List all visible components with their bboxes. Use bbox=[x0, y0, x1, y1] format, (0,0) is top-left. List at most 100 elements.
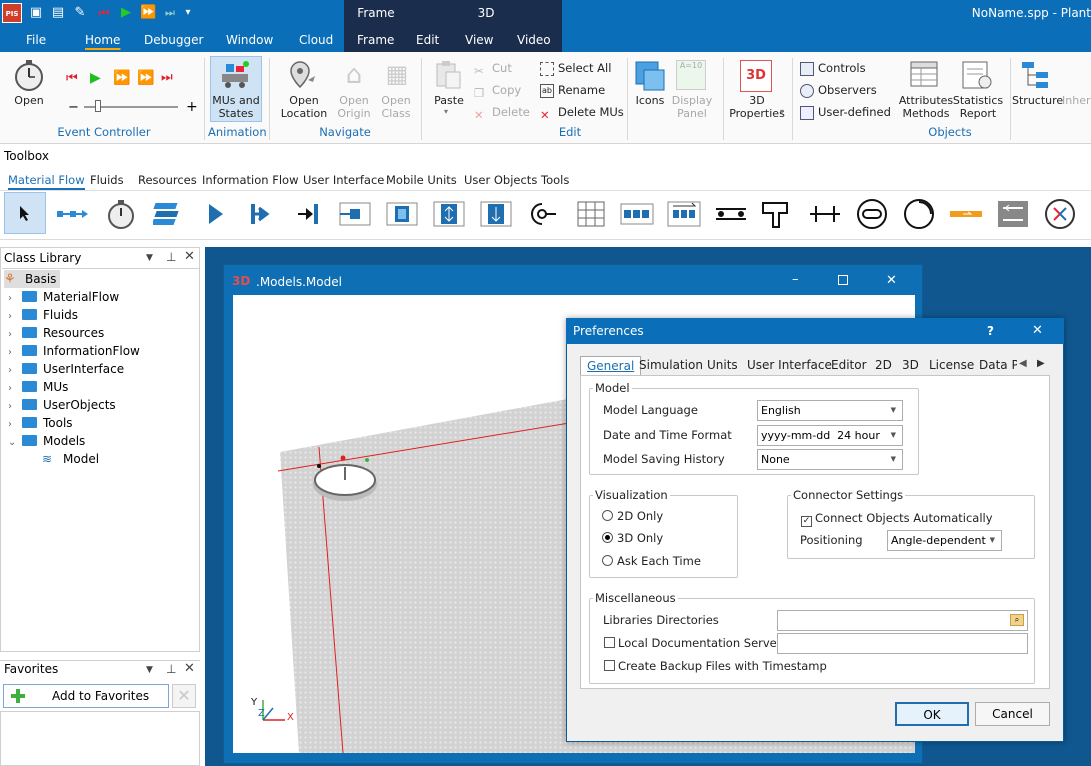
tree-folder-models[interactable]: ⌄ Models bbox=[8, 432, 85, 450]
model-language-select[interactable]: English ▼ bbox=[757, 400, 903, 421]
libraries-directories-field[interactable]: ⌕ bbox=[777, 610, 1028, 631]
paste-dropdown-icon[interactable]: ▾ bbox=[444, 107, 448, 116]
store-tool-icon[interactable] bbox=[574, 195, 608, 233]
reset-button-icon[interactable]: ⏮ bbox=[66, 71, 78, 86]
pref-tab-license[interactable]: License bbox=[929, 358, 974, 372]
checkbox-unchecked[interactable] bbox=[604, 637, 615, 648]
3d-properties-label[interactable]: 3D Properties bbox=[726, 94, 788, 120]
tab-view[interactable]: View bbox=[465, 33, 493, 47]
pin-icon[interactable]: ⊥ bbox=[166, 662, 176, 676]
toolbox-tab-material-flow[interactable]: Material Flow bbox=[8, 173, 85, 190]
flow-control-tool-icon[interactable] bbox=[996, 195, 1030, 233]
toolbox-tab-user-interface[interactable]: User Interface bbox=[303, 173, 384, 187]
pointer-tool-icon[interactable] bbox=[4, 192, 46, 234]
icons-label[interactable]: Icons bbox=[630, 94, 670, 107]
add-to-favorites-button[interactable]: Add to Favorites bbox=[3, 684, 169, 708]
close-model-icon[interactable]: ▣ bbox=[28, 5, 44, 21]
local-documentation-checkbox[interactable]: Local Documentation Server bbox=[604, 636, 781, 650]
toolbox-tab-mobile-units[interactable]: Mobile Units bbox=[386, 173, 457, 187]
radio-2d-only[interactable]: 2D Only bbox=[602, 509, 663, 523]
paste-icon[interactable] bbox=[434, 60, 462, 90]
open-location-label[interactable]: Open Location bbox=[276, 94, 332, 120]
tree-folder-tools[interactable]: › Tools bbox=[8, 414, 73, 432]
speed-slider-thumb[interactable] bbox=[95, 100, 101, 112]
browse-folder-icon[interactable]: ⌕ bbox=[1010, 614, 1024, 626]
close-dialog-icon[interactable]: ✕ bbox=[1032, 323, 1043, 338]
attributes-methods-label[interactable]: Attributes Methods bbox=[898, 94, 954, 120]
connector-tool-icon[interactable] bbox=[56, 195, 90, 233]
structure-label[interactable]: Structure bbox=[1012, 94, 1063, 107]
ok-button[interactable]: OK bbox=[895, 702, 969, 726]
tree-folder-materialflow[interactable]: › MaterialFlow bbox=[8, 288, 119, 306]
drain-end-tool-icon[interactable] bbox=[291, 195, 325, 233]
icons-icon[interactable] bbox=[634, 60, 666, 92]
attributes-methods-icon[interactable] bbox=[909, 60, 941, 90]
local-documentation-field[interactable] bbox=[777, 633, 1028, 654]
pref-tab-simulation[interactable]: Simulation bbox=[639, 358, 703, 372]
statistics-report-label[interactable]: Statistics Report bbox=[952, 94, 1004, 120]
turnplate-tool-icon[interactable] bbox=[902, 195, 936, 233]
radio-3d-only[interactable]: 3D Only bbox=[602, 531, 663, 545]
pref-tab-editor[interactable]: Editor bbox=[831, 358, 867, 372]
tree-folder-resources[interactable]: › Resources bbox=[8, 324, 104, 342]
drain-tool-icon[interactable] bbox=[244, 195, 278, 233]
checkbox-checked[interactable]: ✓ bbox=[801, 516, 812, 527]
tree-folder-userobjects[interactable]: › UserObjects bbox=[8, 396, 116, 414]
radio-button-selected[interactable] bbox=[602, 532, 613, 543]
slider-plus[interactable]: + bbox=[186, 99, 198, 115]
toolbox-tab-information-flow[interactable]: Information Flow bbox=[202, 173, 298, 187]
tab-scroll-right-icon[interactable]: ▶ bbox=[1037, 358, 1045, 369]
track-tool-icon[interactable] bbox=[808, 195, 842, 233]
observers-button[interactable]: Observers bbox=[800, 81, 877, 99]
reset-icon[interactable]: ⏮ bbox=[96, 5, 112, 21]
tab-window[interactable]: Window bbox=[226, 33, 273, 47]
toolbox-tab-tools[interactable]: Tools bbox=[541, 173, 569, 187]
dismantle-tool-icon[interactable] bbox=[479, 195, 513, 233]
sorter-tool-icon[interactable] bbox=[667, 195, 701, 233]
tab-home[interactable]: Home bbox=[85, 33, 120, 47]
event-controller-tool-icon[interactable] bbox=[104, 195, 138, 233]
structure-icon[interactable] bbox=[1020, 60, 1052, 90]
cycle-tool-icon[interactable] bbox=[1043, 195, 1077, 233]
pref-tab-2d[interactable]: 2D bbox=[875, 358, 892, 372]
angular-converter-tool-icon[interactable] bbox=[761, 195, 795, 233]
tree-folder-mus[interactable]: › MUs bbox=[8, 378, 68, 396]
radio-button[interactable] bbox=[602, 510, 613, 521]
close-panel-icon[interactable]: ✕ bbox=[184, 249, 195, 264]
connect-automatically-checkbox[interactable]: ✓ Connect Objects Automatically bbox=[801, 511, 993, 527]
radio-button[interactable] bbox=[602, 555, 613, 566]
collapse-arrow-icon[interactable]: ⌄ bbox=[8, 434, 22, 452]
stopwatch-icon[interactable] bbox=[12, 58, 46, 92]
pin-icon[interactable]: ⊥ bbox=[166, 250, 176, 264]
assembly-tool-icon[interactable] bbox=[432, 195, 466, 233]
single-proc-tool-icon[interactable] bbox=[338, 195, 372, 233]
datetime-format-select[interactable]: yyyy-mm-dd 24 hour ▼ bbox=[757, 425, 903, 446]
statistics-report-icon[interactable] bbox=[961, 60, 993, 90]
tab-edit[interactable]: Edit bbox=[416, 33, 439, 47]
checkbox-unchecked[interactable] bbox=[604, 660, 615, 671]
tab-scroll-left-icon[interactable]: ◀ bbox=[1019, 358, 1027, 369]
tab-frame[interactable]: Frame bbox=[357, 33, 394, 47]
tab-cloud[interactable]: Cloud bbox=[299, 33, 333, 47]
parallel-proc-tool-icon[interactable] bbox=[385, 195, 419, 233]
customize-qat-icon[interactable]: ▾ bbox=[180, 5, 196, 21]
help-icon[interactable]: ? bbox=[987, 324, 994, 338]
3d-properties-dropdown-icon[interactable]: ▾ bbox=[780, 107, 784, 116]
turntable-tool-icon[interactable] bbox=[855, 195, 889, 233]
cancel-button[interactable]: Cancel bbox=[975, 702, 1050, 726]
source-tool-icon[interactable] bbox=[198, 195, 232, 233]
open-event-controller-label[interactable]: Open bbox=[6, 94, 52, 107]
maximize-icon[interactable] bbox=[838, 275, 848, 285]
pref-tab-data-privacy[interactable]: Data Pr bbox=[979, 358, 1017, 372]
step-fast-icon[interactable]: ⏩ bbox=[140, 5, 156, 21]
pref-tab-general[interactable]: General bbox=[580, 356, 642, 375]
pref-tab-3d[interactable]: 3D bbox=[902, 358, 919, 372]
select-all-button[interactable]: Select All bbox=[540, 59, 611, 77]
pref-tab-user-interface[interactable]: User Interface bbox=[747, 358, 832, 372]
open-location-icon[interactable] bbox=[288, 60, 318, 92]
tree-item-model[interactable]: ≋ Model bbox=[42, 450, 99, 468]
radio-ask-each-time[interactable]: Ask Each Time bbox=[602, 554, 701, 568]
delete-mus-button[interactable]: ✕ Delete MUs bbox=[540, 103, 624, 122]
close-window-icon[interactable]: ✕ bbox=[886, 273, 897, 288]
step-forward-icon[interactable]: ⏩ bbox=[137, 70, 154, 86]
